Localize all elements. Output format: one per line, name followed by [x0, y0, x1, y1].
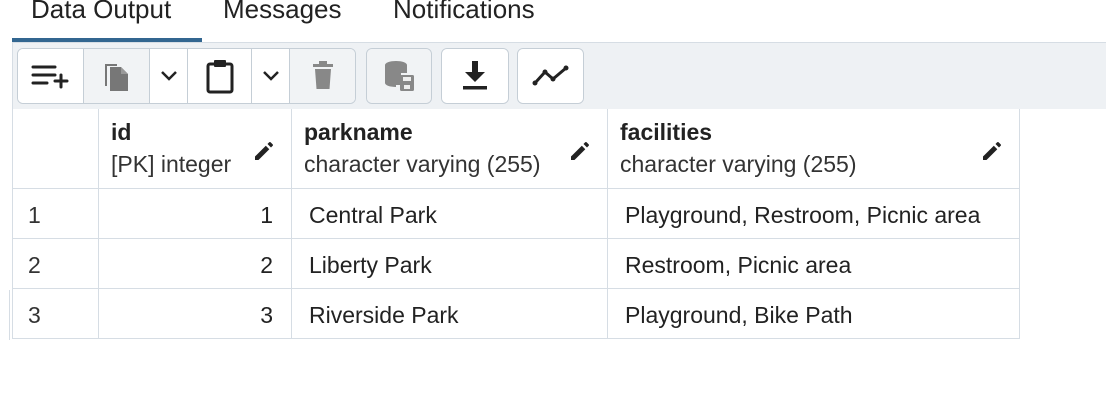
results-tabbar: Data Output Messages Notifications — [0, 0, 1106, 44]
grid-left-border — [12, 109, 13, 339]
download-button[interactable] — [442, 49, 508, 103]
save-data-icon — [383, 59, 415, 93]
row-number-header — [12, 109, 99, 189]
copy-icon — [101, 58, 133, 94]
column-header-facilities[interactable]: facilities character varying (255) — [608, 109, 1020, 189]
cell-facilities[interactable]: Playground, Restroom, Picnic area — [608, 189, 1020, 239]
column-type: character varying (255) — [304, 151, 541, 177]
copy-button[interactable] — [84, 49, 150, 103]
cell-id[interactable]: 2 — [99, 239, 292, 289]
row-number[interactable]: 1 — [12, 189, 99, 239]
panel-gutter — [0, 290, 10, 340]
delete-button[interactable] — [290, 49, 355, 103]
cell-parkname[interactable]: Liberty Park — [292, 239, 608, 289]
copy-options-button[interactable] — [150, 49, 188, 103]
save-data-button[interactable] — [367, 49, 431, 103]
paste-icon — [205, 58, 235, 94]
add-row-icon — [31, 63, 71, 89]
paste-options-button[interactable] — [252, 49, 290, 103]
cell-value: 3 — [260, 302, 273, 328]
cell-value: Playground, Bike Path — [625, 302, 853, 328]
add-row-button[interactable] — [18, 49, 84, 103]
chevron-down-icon — [160, 70, 178, 82]
column-name: parkname — [304, 119, 413, 145]
column-type: [PK] integer — [111, 151, 232, 177]
cell-value: 1 — [260, 202, 273, 228]
data-toolbar — [12, 43, 1106, 109]
cell-facilities[interactable]: Playground, Bike Path — [608, 289, 1020, 339]
tab-notifications[interactable]: Notifications — [393, 0, 535, 25]
delete-icon — [311, 61, 335, 91]
graph-group — [517, 48, 584, 104]
row-number-label: 2 — [28, 252, 41, 278]
column-name: id — [111, 119, 132, 145]
cell-value: Riverside Park — [309, 302, 459, 328]
row-number[interactable]: 3 — [12, 289, 99, 339]
cell-id[interactable]: 3 — [99, 289, 292, 339]
edit-button-group — [17, 48, 356, 104]
cell-value: Restroom, Picnic area — [625, 252, 852, 278]
paste-button[interactable] — [188, 49, 252, 103]
cell-value: Playground, Restroom, Picnic area — [625, 202, 981, 228]
tab-data-output[interactable]: Data Output — [31, 0, 171, 25]
row-number-label: 1 — [28, 202, 41, 228]
cell-parkname[interactable]: Central Park — [292, 189, 608, 239]
cell-value: Central Park — [309, 202, 437, 228]
column-header-parkname[interactable]: parkname character varying (255) — [292, 109, 608, 189]
download-group — [441, 48, 509, 104]
column-type: character varying (255) — [620, 151, 857, 177]
row-number[interactable]: 2 — [12, 239, 99, 289]
column-header-id[interactable]: id [PK] integer — [99, 109, 292, 189]
cell-value: Liberty Park — [309, 252, 432, 278]
pencil-icon[interactable] — [980, 139, 1004, 163]
column-name: facilities — [620, 119, 713, 145]
cell-facilities[interactable]: Restroom, Picnic area — [608, 239, 1020, 289]
download-icon — [461, 61, 489, 91]
pencil-icon[interactable] — [568, 139, 592, 163]
tab-messages[interactable]: Messages — [223, 0, 342, 25]
graph-visualiser-button[interactable] — [518, 49, 583, 103]
chevron-down-icon — [262, 70, 280, 82]
save-data-group — [366, 48, 432, 104]
cell-id[interactable]: 1 — [99, 189, 292, 239]
cell-parkname[interactable]: Riverside Park — [292, 289, 608, 339]
graph-icon — [532, 65, 570, 87]
pencil-icon[interactable] — [252, 139, 276, 163]
row-number-label: 3 — [28, 302, 41, 328]
cell-value: 2 — [260, 252, 273, 278]
